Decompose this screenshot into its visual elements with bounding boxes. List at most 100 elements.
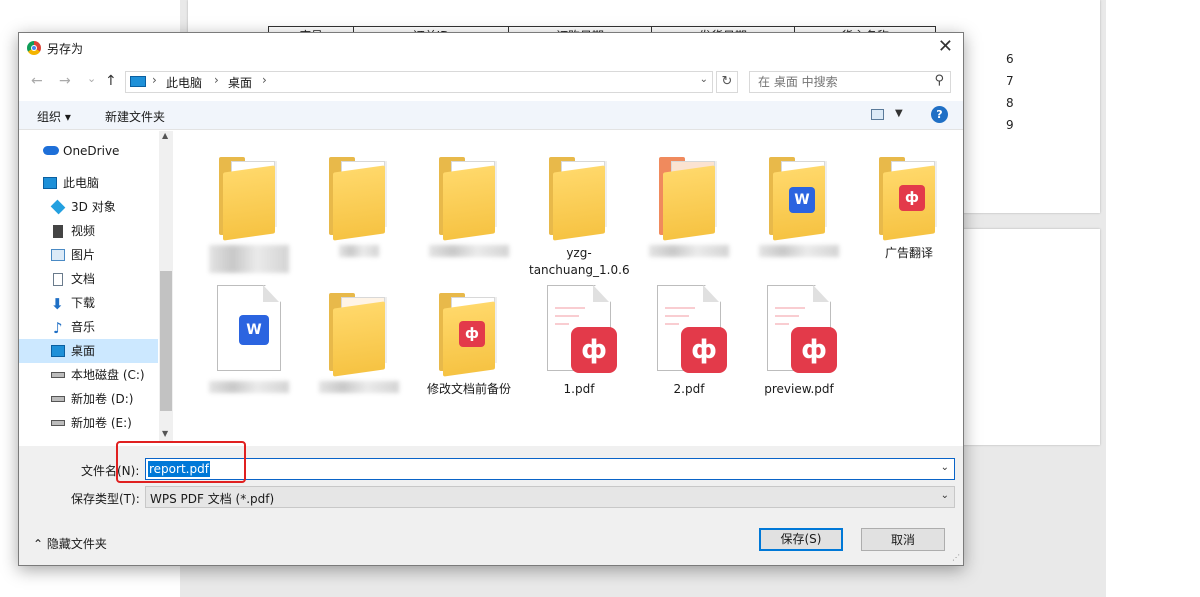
- music-icon: ♪: [53, 319, 63, 337]
- up-arrow-icon[interactable]: ↑: [105, 73, 117, 89]
- save-as-dialog: 另存为 ✕ ← → ⌄ ↑ › 此电脑 › 桌面 › ⌄ ↻ ⚲ 组织 ▾ 新建…: [18, 32, 964, 566]
- chevron-down-icon[interactable]: ▼: [895, 108, 903, 119]
- file-item[interactable]: [199, 139, 299, 273]
- sidebar-item-music[interactable]: ♪ 音乐: [19, 315, 158, 339]
- file-item[interactable]: ф preview.pdf: [749, 275, 849, 405]
- file-item[interactable]: yzg-tanchuang_1.0.6: [529, 139, 630, 277]
- sidebar-item-label: 桌面: [71, 344, 96, 358]
- file-item[interactable]: [419, 139, 519, 269]
- sidebar-item-drive-c[interactable]: 本地磁盘 (C:): [19, 363, 158, 387]
- breadcrumb-this-pc[interactable]: 此电脑: [166, 74, 202, 91]
- blurred-label: [209, 381, 289, 393]
- sidebar-item-videos[interactable]: 视频: [19, 219, 158, 243]
- chevron-down-icon[interactable]: ⌄: [700, 74, 708, 85]
- film-icon: [53, 225, 63, 238]
- sidebar-item-3d-objects[interactable]: 3D 对象: [19, 195, 158, 219]
- folder-icon: [439, 155, 499, 241]
- sidebar-item-drive-d[interactable]: 新加卷 (D:): [19, 387, 158, 411]
- file-item[interactable]: W: [199, 275, 299, 405]
- recent-locations-icon[interactable]: ⌄: [87, 72, 96, 85]
- annotation-highlight-box: [116, 441, 246, 483]
- file-label: preview.pdf: [764, 382, 834, 396]
- scrollbar-thumb[interactable]: [160, 271, 172, 411]
- word-icon: W: [789, 187, 815, 213]
- file-item[interactable]: [639, 139, 739, 269]
- cancel-button[interactable]: 取消: [861, 528, 945, 551]
- computer-icon: [130, 76, 146, 87]
- file-item[interactable]: ф 广告翻译: [859, 139, 959, 269]
- sidebar-item-onedrive[interactable]: OneDrive: [19, 139, 158, 163]
- address-bar[interactable]: › 此电脑 › 桌面 › ⌄: [125, 71, 713, 93]
- file-label: 修改文档前备份: [426, 382, 511, 396]
- row-number: 9: [1006, 118, 1014, 132]
- file-item[interactable]: ф 2.pdf: [639, 275, 739, 405]
- document-icon: [53, 273, 63, 286]
- search-icon[interactable]: ⚲: [934, 73, 944, 88]
- back-arrow-icon[interactable]: ←: [31, 73, 43, 89]
- hide-folders-label: 隐藏文件夹: [46, 537, 107, 551]
- pdf-document-icon: ф: [767, 285, 837, 373]
- blurred-label: [209, 245, 289, 273]
- chevron-down-icon[interactable]: ▼: [162, 429, 168, 438]
- drive-d-icon: [51, 396, 65, 402]
- filename-input[interactable]: report.pdf ⌄: [145, 458, 955, 480]
- forward-arrow-icon[interactable]: →: [59, 73, 71, 89]
- chrome-icon: [27, 41, 41, 55]
- dialog-title: 另存为: [47, 42, 84, 56]
- breadcrumb-separator: ›: [214, 73, 219, 87]
- title-bar[interactable]: 另存为 ✕: [19, 33, 963, 63]
- file-item[interactable]: ф 修改文档前备份: [419, 275, 519, 405]
- folder-icon: [659, 155, 719, 241]
- sidebar-item-label: 本地磁盘 (C:): [71, 368, 145, 382]
- blurred-label: [429, 245, 509, 257]
- view-options-icon[interactable]: [871, 109, 884, 120]
- sidebar-item-drive-e[interactable]: 新加卷 (E:): [19, 411, 158, 435]
- sidebar-item-this-pc[interactable]: 此电脑: [19, 171, 158, 195]
- sidebar-item-label: 新加卷 (D:): [71, 392, 134, 406]
- breadcrumb-desktop[interactable]: 桌面: [228, 74, 252, 91]
- sidebar-item-documents[interactable]: 文档: [19, 267, 158, 291]
- pdf-icon: ф: [791, 327, 837, 373]
- cube-icon: [50, 199, 66, 215]
- refresh-icon[interactable]: ↻: [716, 71, 738, 93]
- folder-icon: [329, 291, 389, 377]
- folder-icon: [329, 155, 389, 241]
- sidebar-item-desktop[interactable]: 桌面: [19, 339, 158, 363]
- desktop-icon: [51, 345, 65, 357]
- hide-folders-toggle[interactable]: ⌃ 隐藏文件夹: [33, 535, 107, 552]
- download-icon: ⬇: [51, 295, 64, 313]
- search-input[interactable]: [756, 74, 920, 90]
- blurred-label: [339, 245, 379, 257]
- file-item[interactable]: [309, 275, 409, 405]
- filetype-select[interactable]: WPS PDF 文档 (*.pdf) ⌄: [145, 486, 955, 508]
- chevron-up-icon: ⌃: [33, 537, 44, 551]
- sidebar-item-pictures[interactable]: 图片: [19, 243, 158, 267]
- organize-button[interactable]: 组织 ▾: [37, 108, 71, 125]
- blurred-label: [319, 381, 399, 393]
- sidebar-item-label: 音乐: [71, 320, 96, 334]
- sidebar-item-downloads[interactable]: ⬇ 下载: [19, 291, 158, 315]
- sidebar-item-label: 下载: [71, 296, 96, 310]
- file-item[interactable]: W: [749, 139, 849, 269]
- resize-grip-icon[interactable]: ⋰: [952, 553, 960, 562]
- save-button[interactable]: 保存(S): [759, 528, 843, 551]
- pdf-icon: ф: [899, 185, 925, 211]
- sidebar-scrollbar[interactable]: ▲ ▼: [159, 131, 173, 443]
- sidebar-item-label: 图片: [71, 248, 96, 262]
- sidebar-item-label: 文档: [71, 272, 96, 286]
- navigation-pane: OneDrive 此电脑 3D 对象 视频 图片 文档 ⬇ 下载 ♪ 音乐 桌面…: [19, 131, 173, 443]
- chevron-down-icon[interactable]: ⌄: [941, 462, 949, 473]
- chevron-down-icon[interactable]: ⌄: [941, 490, 949, 501]
- search-box[interactable]: ⚲: [749, 71, 951, 93]
- file-item[interactable]: ф 1.pdf: [529, 275, 629, 405]
- file-item[interactable]: [309, 139, 409, 269]
- chevron-up-icon[interactable]: ▲: [162, 131, 168, 140]
- word-icon: W: [239, 315, 269, 345]
- close-icon[interactable]: ✕: [938, 36, 953, 57]
- filetype-value: WPS PDF 文档 (*.pdf): [150, 492, 275, 506]
- pdf-icon: ф: [571, 327, 617, 373]
- picture-icon: [51, 249, 65, 261]
- pdf-icon: ф: [459, 321, 485, 347]
- new-folder-button[interactable]: 新建文件夹: [105, 108, 165, 125]
- help-icon[interactable]: ?: [931, 106, 948, 123]
